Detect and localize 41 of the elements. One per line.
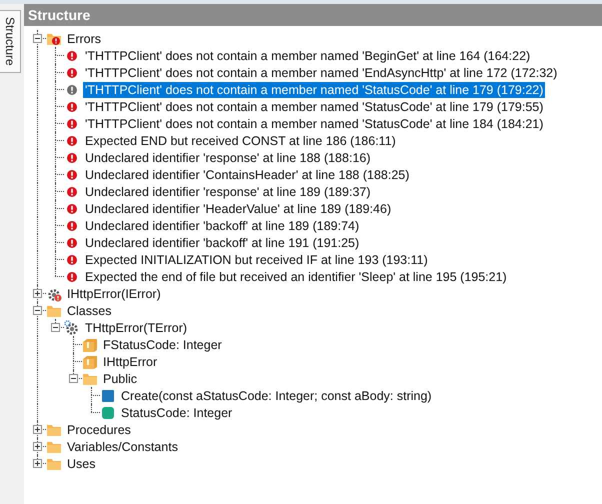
tree-item[interactable]: Expected the end of file but received an identifier 'Sleep' at line 195 (195:21) (83, 268, 509, 284)
tree-item[interactable]: 'THTTPClient' does not contain a member named 'EndAsyncHttp' at line 172 (172:32) (83, 64, 560, 80)
tree-item[interactable]: Public (101, 370, 140, 386)
tree-item[interactable]: Errors (65, 30, 104, 46)
tree-item[interactable]: Uses (65, 456, 98, 472)
tree-toggle[interactable] (33, 306, 42, 315)
tree-item[interactable]: Undeclared identifier 'backoff' at line 189 (189:74) (83, 218, 362, 234)
tree-item[interactable]: 'THTTPClient' does not contain a member named 'BeginGet' at line 164 (164:22) (83, 48, 532, 64)
square-icon (100, 388, 116, 404)
tree-item[interactable]: IHttpError(IError) (65, 286, 163, 302)
panel-title: Structure (24, 4, 602, 26)
tree-item[interactable]: StatusCode: Integer (119, 404, 234, 420)
tree-item[interactable]: 'THTTPClient' does not contain a member named 'StatusCode' at line 184 (184:21) (83, 116, 546, 132)
tree-toggle[interactable] (51, 323, 60, 332)
tree-toggle[interactable] (33, 425, 42, 434)
tree-toggle[interactable] (33, 459, 42, 468)
tree-item[interactable]: Classes (65, 302, 114, 318)
tree-item[interactable]: Undeclared identifier 'response' at line 188 (188:16) (83, 150, 373, 166)
tree-toggle[interactable] (33, 34, 42, 43)
tree-item[interactable]: FStatusCode: Integer (101, 336, 224, 352)
tree-item[interactable]: Procedures (65, 422, 133, 438)
tree-toggle[interactable] (33, 442, 42, 451)
box-icon (82, 354, 98, 370)
tree-item[interactable]: Undeclared identifier 'response' at line 189 (189:37) (83, 184, 373, 200)
tree-item[interactable]: Undeclared identifier 'backoff' at line 191 (191:25) (83, 234, 362, 250)
square-icon (100, 404, 116, 420)
tree-item[interactable]: 'THTTPClient' does not contain a member named 'StatusCode' at line 179 (179:22) (83, 82, 546, 98)
tree-item[interactable]: Undeclared identifier 'ContainsHeader' at line 188 (188:25) (83, 166, 412, 182)
tree-item[interactable]: Expected INITIALIZATION but received IF at line 193 (193:11) (83, 252, 430, 268)
tree-item[interactable]: 'THTTPClient' does not contain a member named 'StatusCode' at line 179 (179:55) (83, 98, 546, 114)
tree-item[interactable]: Expected END but received CONST at line 186 (186:11) (83, 132, 398, 148)
structure-tab[interactable]: Structure (0, 10, 21, 73)
tree-item[interactable]: Undeclared identifier 'HeaderValue' at line 189 (189:46) (83, 200, 394, 216)
tree-item[interactable]: THttpError(TError) (83, 320, 190, 336)
tree-item[interactable]: Create(const aStatusCode: Integer; const aBody: string) (119, 388, 434, 404)
gears-icon (64, 320, 80, 336)
tree-item[interactable]: Variables/Constants (65, 438, 180, 454)
tree-item[interactable]: IHttpError (101, 354, 160, 370)
box-icon (82, 336, 98, 352)
tree-toggle[interactable] (69, 374, 78, 383)
tree-toggle[interactable] (33, 289, 42, 298)
